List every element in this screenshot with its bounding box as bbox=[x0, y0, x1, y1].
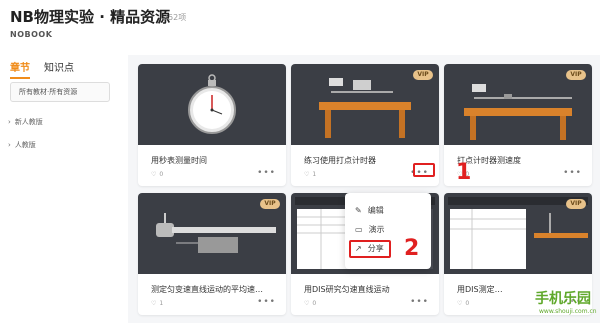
card-likes: ♡ 1 bbox=[151, 300, 163, 307]
menu-item-label: 演示 bbox=[368, 225, 385, 234]
tab-chapter[interactable]: 章节 bbox=[10, 59, 30, 79]
like-icon: ♡ bbox=[151, 300, 157, 307]
card-thumbnail bbox=[138, 64, 286, 145]
like-icon: ♡ bbox=[304, 171, 310, 178]
sidebar-tabs: 章节 知识点 bbox=[10, 59, 74, 79]
tab-knowledge-point[interactable]: 知识点 bbox=[44, 59, 74, 79]
card-more-button[interactable]: ••• bbox=[257, 168, 276, 178]
header: NB物理实验 · 精品资源 252项 NOBOOK bbox=[0, 0, 600, 55]
like-count: 0 bbox=[312, 300, 317, 307]
like-count: 0 bbox=[465, 300, 470, 307]
resource-card[interactable]: 用秒表测量时间 ♡ 0 ••• bbox=[138, 64, 286, 186]
step-number-2: 2 bbox=[404, 236, 420, 261]
card-more-button[interactable]: ••• bbox=[410, 297, 429, 307]
page: NB物理实验 · 精品资源 252项 NOBOOK 章节 知识点 所有教材·所有… bbox=[0, 0, 600, 323]
step-number-1: 1 bbox=[456, 160, 472, 185]
share-highlight bbox=[349, 240, 391, 258]
card-thumbnail: VIP bbox=[444, 193, 592, 274]
like-icon: ♡ bbox=[304, 300, 310, 307]
filter-select[interactable]: 所有教材·所有资源 bbox=[10, 82, 110, 102]
menu-item-label: 编辑 bbox=[367, 206, 384, 215]
more-button-highlight bbox=[413, 163, 435, 177]
like-icon: ♡ bbox=[457, 300, 463, 307]
watermark-url: www.shouji.com.cn bbox=[539, 308, 597, 315]
vip-badge: VIP bbox=[260, 199, 280, 209]
card-thumbnail: VIP bbox=[444, 64, 592, 145]
card-title: 用DIS研究匀速直线运动 bbox=[304, 285, 390, 294]
watermark: 手机乐园 www.shouji.com.cn bbox=[517, 286, 600, 323]
sidebar-item-pep[interactable]: › 人教版 bbox=[8, 140, 36, 150]
card-title: 练习使用打点计时器 bbox=[304, 156, 376, 165]
chevron-right-icon: › bbox=[8, 118, 11, 126]
menu-item-edit[interactable]: ✎ 编辑 bbox=[355, 205, 384, 216]
card-likes: ♡ 0 bbox=[304, 300, 316, 307]
page-title: NB物理实验 · 精品资源 bbox=[10, 8, 171, 26]
card-more-button[interactable]: ••• bbox=[257, 297, 276, 307]
resource-count: 252项 bbox=[163, 13, 187, 22]
like-count: 1 bbox=[159, 300, 164, 307]
chevron-right-icon: › bbox=[8, 141, 11, 149]
like-count: 1 bbox=[312, 171, 317, 178]
like-icon: ♡ bbox=[151, 171, 157, 178]
vip-badge: VIP bbox=[566, 199, 586, 209]
card-likes: ♡ 0 bbox=[151, 171, 163, 178]
sidebar-item-new-pep[interactable]: › 新人教版 bbox=[8, 117, 43, 127]
card-likes: ♡ 0 bbox=[457, 300, 469, 307]
stopwatch-illustration bbox=[188, 74, 236, 134]
vip-badge: VIP bbox=[413, 70, 433, 80]
resource-card[interactable]: VIP 测定匀变速直线运动的平均速… ♡ 1 ••• bbox=[138, 193, 286, 315]
vip-badge: VIP bbox=[566, 70, 586, 80]
card-title: 打点计时器测速度 bbox=[457, 156, 521, 165]
sidebar-item-label: 新人教版 bbox=[14, 118, 43, 126]
brand-label: NOBOOK bbox=[10, 30, 53, 39]
card-title: 测定匀变速直线运动的平均速… bbox=[151, 285, 263, 294]
present-icon: ▭ bbox=[355, 225, 363, 234]
card-title: 用秒表测量时间 bbox=[151, 156, 207, 165]
sidebar: 章节 知识点 所有教材·所有资源 › 新人教版 › 人教版 bbox=[0, 55, 128, 323]
sidebar-item-label: 人教版 bbox=[14, 141, 36, 149]
edit-icon: ✎ bbox=[355, 206, 362, 215]
card-likes: ♡ 1 bbox=[304, 171, 316, 178]
like-count: 0 bbox=[159, 171, 164, 178]
card-more-button[interactable]: ••• bbox=[563, 168, 582, 178]
menu-item-present[interactable]: ▭ 演示 bbox=[355, 224, 385, 235]
card-thumbnail: VIP bbox=[291, 64, 439, 145]
card-thumbnail: VIP bbox=[138, 193, 286, 274]
watermark-text: 手机乐园 bbox=[535, 291, 591, 307]
